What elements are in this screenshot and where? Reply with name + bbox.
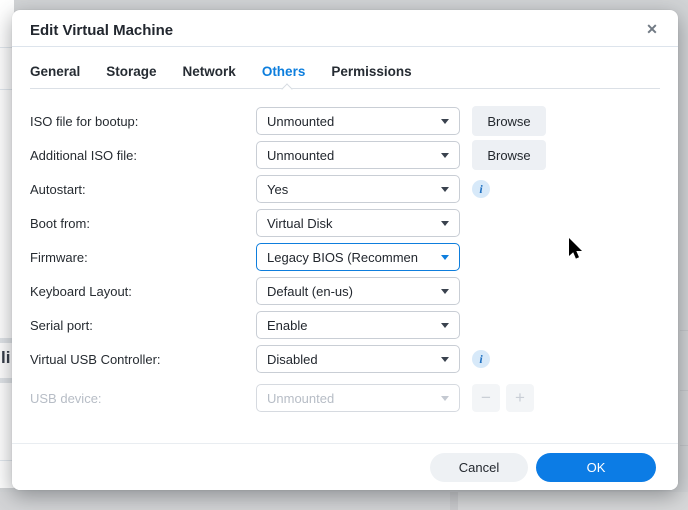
virtual-usb-controller-value: Disabled (267, 352, 318, 367)
iso-bootup-browse-button[interactable]: Browse (472, 106, 546, 136)
firmware-select[interactable]: Legacy BIOS (Recommen (256, 243, 460, 271)
serial-port-select[interactable]: Enable (256, 311, 460, 339)
background-divider (680, 330, 688, 331)
iso-bootup-label: ISO file for bootup: (30, 114, 256, 129)
chevron-down-icon (441, 221, 449, 226)
chevron-down-icon (441, 396, 449, 401)
chevron-down-icon (441, 289, 449, 294)
boot-from-select[interactable]: Virtual Disk (256, 209, 460, 237)
iso-bootup-row: ISO file for bootup: Unmounted Browse (12, 107, 678, 135)
autostart-label: Autostart: (30, 182, 256, 197)
tab-bar: General Storage Network Others Permissio… (30, 47, 660, 89)
others-tab-form: ISO file for bootup: Unmounted Browse Ad… (12, 107, 678, 412)
additional-iso-value: Unmounted (267, 148, 334, 163)
virtual-usb-controller-info-icon[interactable]: i (472, 350, 490, 368)
serial-port-label: Serial port: (30, 318, 256, 333)
chevron-down-icon (441, 357, 449, 362)
additional-iso-browse-button[interactable]: Browse (472, 140, 546, 170)
keyboard-layout-value: Default (en-us) (267, 284, 353, 299)
edit-virtual-machine-dialog: Edit Virtual Machine ✕ General Storage N… (12, 10, 678, 490)
boot-from-label: Boot from: (30, 216, 256, 231)
tab-network[interactable]: Network (183, 64, 236, 79)
autostart-select[interactable]: Yes (256, 175, 460, 203)
cancel-button[interactable]: Cancel (430, 453, 528, 482)
active-tab-notch (281, 83, 292, 94)
background-seam (450, 492, 458, 510)
firmware-row: Firmware: Legacy BIOS (Recommen (12, 243, 678, 271)
additional-iso-row: Additional ISO file: Unmounted Browse (12, 141, 678, 169)
chevron-down-icon (441, 323, 449, 328)
chevron-down-icon (441, 255, 449, 260)
dialog-header: Edit Virtual Machine ✕ (12, 10, 678, 47)
firmware-label: Firmware: (30, 250, 256, 265)
remove-usb-device-button: − (472, 384, 500, 412)
serial-port-row: Serial port: Enable (12, 311, 678, 339)
chevron-down-icon (441, 119, 449, 124)
virtual-usb-controller-label: Virtual USB Controller: (30, 352, 256, 367)
chevron-down-icon (441, 153, 449, 158)
virtual-usb-controller-row: Virtual USB Controller: Disabled i (12, 345, 678, 373)
autostart-value: Yes (267, 182, 288, 197)
ok-button[interactable]: OK (536, 453, 656, 482)
background-divider (680, 390, 688, 391)
virtual-usb-controller-select[interactable]: Disabled (256, 345, 460, 373)
dialog-title: Edit Virtual Machine (30, 22, 173, 39)
serial-port-value: Enable (267, 318, 307, 333)
usb-device-row: USB device: Unmounted − + (12, 384, 678, 412)
tab-permissions[interactable]: Permissions (331, 64, 411, 79)
tab-general[interactable]: General (30, 64, 80, 79)
background-clipped-text: li (1, 348, 10, 368)
usb-device-value: Unmounted (267, 391, 334, 406)
background-strip-bottom (0, 492, 688, 510)
boot-from-row: Boot from: Virtual Disk (12, 209, 678, 237)
additional-iso-label: Additional ISO file: (30, 148, 256, 163)
dialog-footer: Cancel OK (12, 443, 678, 490)
autostart-info-icon[interactable]: i (472, 180, 490, 198)
usb-device-label: USB device: (30, 391, 256, 406)
background-divider (680, 445, 688, 446)
additional-iso-select[interactable]: Unmounted (256, 141, 460, 169)
firmware-value: Legacy BIOS (Recommen (267, 250, 418, 265)
keyboard-layout-label: Keyboard Layout: (30, 284, 256, 299)
autostart-row: Autostart: Yes i (12, 175, 678, 203)
tab-storage[interactable]: Storage (106, 64, 156, 79)
chevron-down-icon (441, 187, 449, 192)
keyboard-layout-row: Keyboard Layout: Default (en-us) (12, 277, 678, 305)
close-icon[interactable]: ✕ (642, 19, 662, 39)
boot-from-value: Virtual Disk (267, 216, 333, 231)
usb-device-select: Unmounted (256, 384, 460, 412)
tab-others[interactable]: Others (262, 64, 306, 79)
iso-bootup-value: Unmounted (267, 114, 334, 129)
iso-bootup-select[interactable]: Unmounted (256, 107, 460, 135)
keyboard-layout-select[interactable]: Default (en-us) (256, 277, 460, 305)
background-strip-bottom-right (458, 492, 688, 510)
add-usb-device-button: + (506, 384, 534, 412)
